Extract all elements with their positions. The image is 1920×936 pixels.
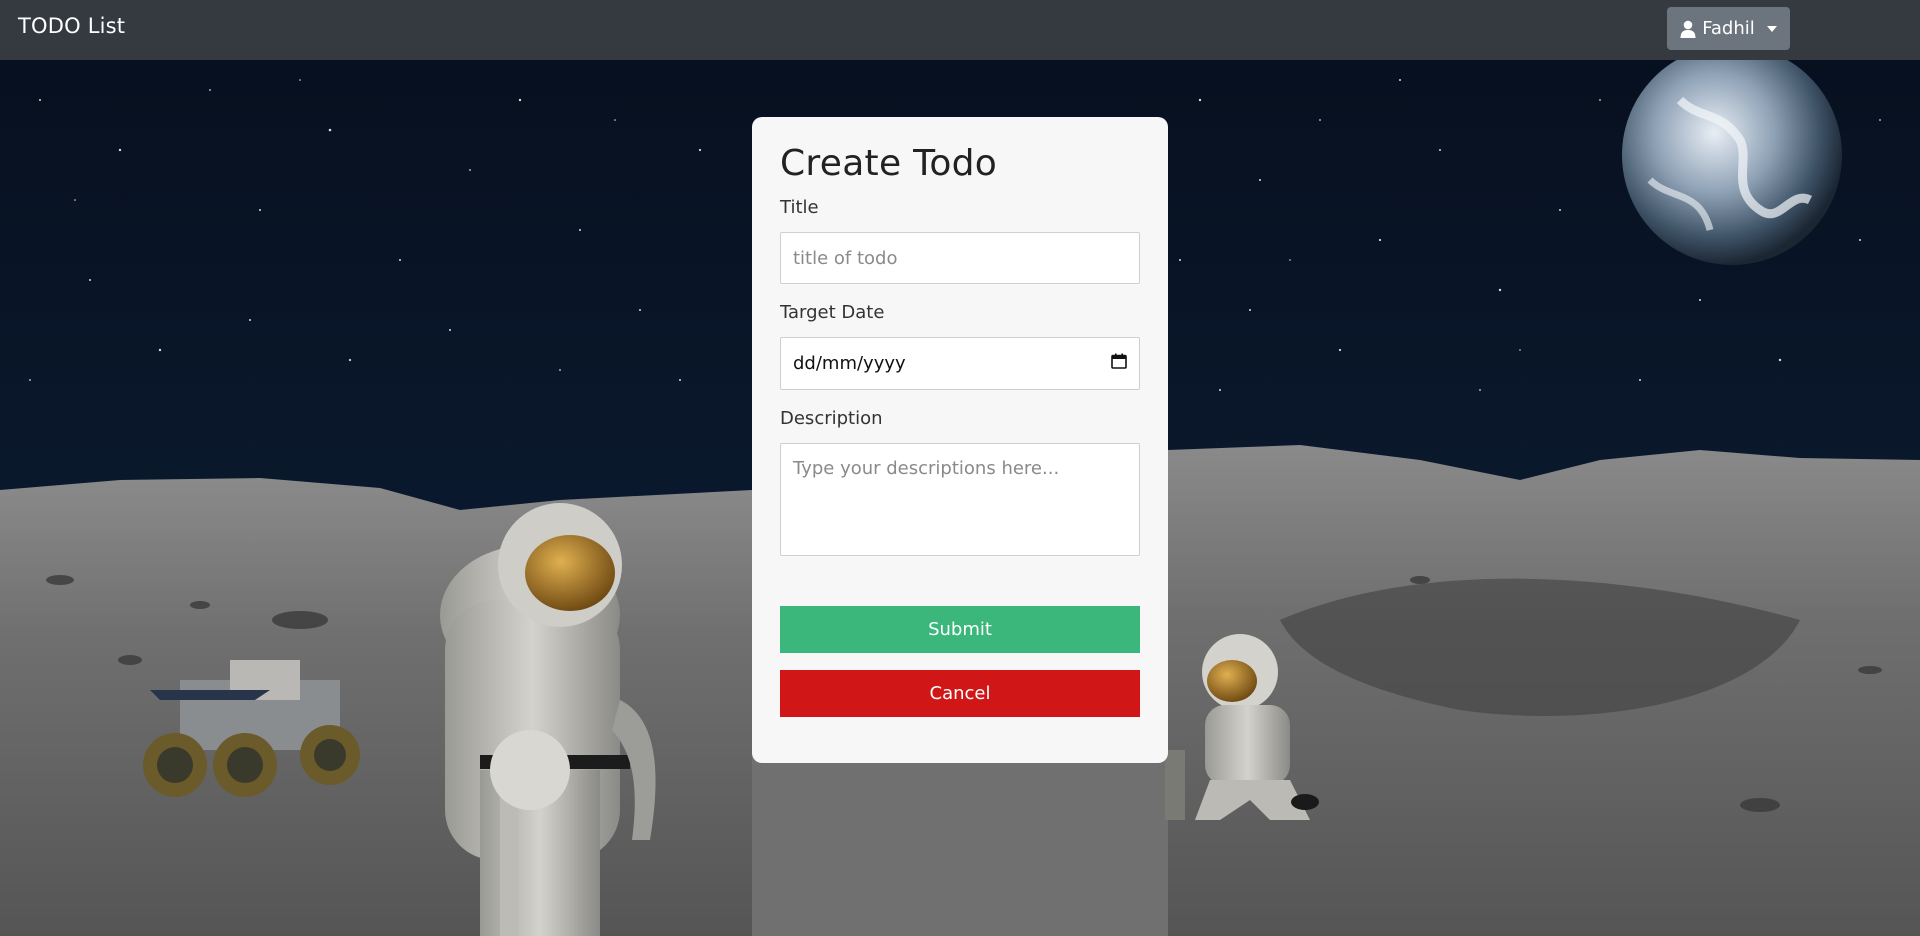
description-label: Description — [780, 408, 883, 429]
page-title: Create Todo — [780, 143, 998, 184]
title-input[interactable] — [780, 232, 1140, 284]
submit-button[interactable]: Submit — [780, 606, 1140, 653]
user-name: Fadhil — [1702, 18, 1755, 39]
brand-title[interactable]: TODO List — [18, 14, 125, 38]
calendar-icon[interactable] — [1111, 353, 1127, 374]
create-todo-card: Create Todo Title Target Date dd/mm/yyyy… — [752, 117, 1168, 763]
target-date-input[interactable]: dd/mm/yyyy — [780, 337, 1140, 390]
cancel-button[interactable]: Cancel — [780, 670, 1140, 717]
user-icon — [1680, 20, 1696, 38]
description-textarea[interactable] — [780, 443, 1140, 556]
navbar: TODO List Fadhil — [0, 0, 1920, 60]
user-menu-button[interactable]: Fadhil — [1667, 7, 1790, 50]
date-placeholder: dd/mm/yyyy — [793, 353, 906, 374]
target-date-label: Target Date — [780, 302, 885, 323]
caret-down-icon — [1766, 25, 1777, 32]
title-label: Title — [780, 197, 819, 218]
